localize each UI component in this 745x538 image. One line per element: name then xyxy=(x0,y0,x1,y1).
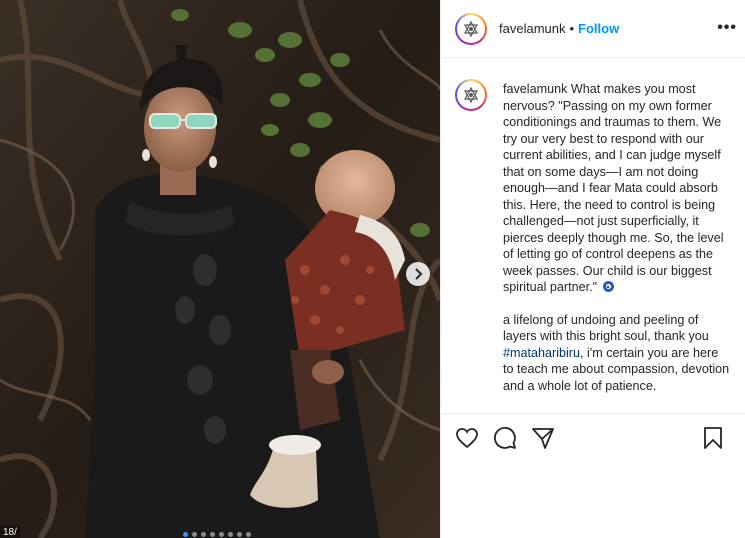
heart-icon xyxy=(456,427,478,448)
photo-image xyxy=(0,0,440,538)
slide-counter: 18/ xyxy=(0,526,20,538)
evil-eye-icon xyxy=(602,281,614,292)
post-header: favelamunk • Follow ••• xyxy=(441,0,745,58)
chevron-right-icon xyxy=(415,268,423,280)
bookmark-icon xyxy=(704,427,722,449)
caption-scroll-area[interactable]: favelamunk What makes you most nervous? … xyxy=(441,59,745,411)
separator-dot: • xyxy=(569,21,575,36)
avatar[interactable] xyxy=(455,12,487,45)
carousel-dot xyxy=(228,532,233,537)
next-slide-button[interactable] xyxy=(406,262,430,286)
carousel-dot xyxy=(183,532,188,537)
like-button[interactable] xyxy=(455,426,479,450)
caption-username-link[interactable]: favelamunk xyxy=(503,82,567,96)
hashtag-link[interactable]: #mataharibiru xyxy=(503,346,580,360)
carousel-dot xyxy=(201,532,206,537)
comment-icon xyxy=(494,426,516,449)
action-bar xyxy=(441,413,745,461)
comment-button[interactable] xyxy=(493,426,517,450)
avatar[interactable] xyxy=(455,79,487,111)
share-icon xyxy=(532,427,554,449)
caption-part1: What makes you most nervous? "Passing on… xyxy=(503,82,724,294)
carousel-dot xyxy=(192,532,197,537)
carousel-dot xyxy=(210,532,215,537)
share-button[interactable] xyxy=(531,426,555,450)
post-photo[interactable]: 18/ xyxy=(0,0,440,538)
seal-logo-icon xyxy=(463,86,479,104)
post-side-panel: favelamunk • Follow ••• favelamunk What … xyxy=(440,0,745,538)
username-link[interactable]: favelamunk xyxy=(499,21,565,36)
carousel-dot xyxy=(237,532,242,537)
caption-text: favelamunk What makes you most nervous? … xyxy=(503,81,731,411)
follow-button[interactable]: Follow xyxy=(578,21,619,36)
caption-part2: a lifelong of undoing and peeling of lay… xyxy=(503,312,709,344)
more-options-button[interactable]: ••• xyxy=(717,19,737,37)
carousel-dots xyxy=(183,532,251,537)
carousel-dot xyxy=(246,532,251,537)
carousel-dot xyxy=(219,532,224,537)
seal-logo-icon xyxy=(463,20,479,37)
save-button[interactable] xyxy=(701,426,725,450)
